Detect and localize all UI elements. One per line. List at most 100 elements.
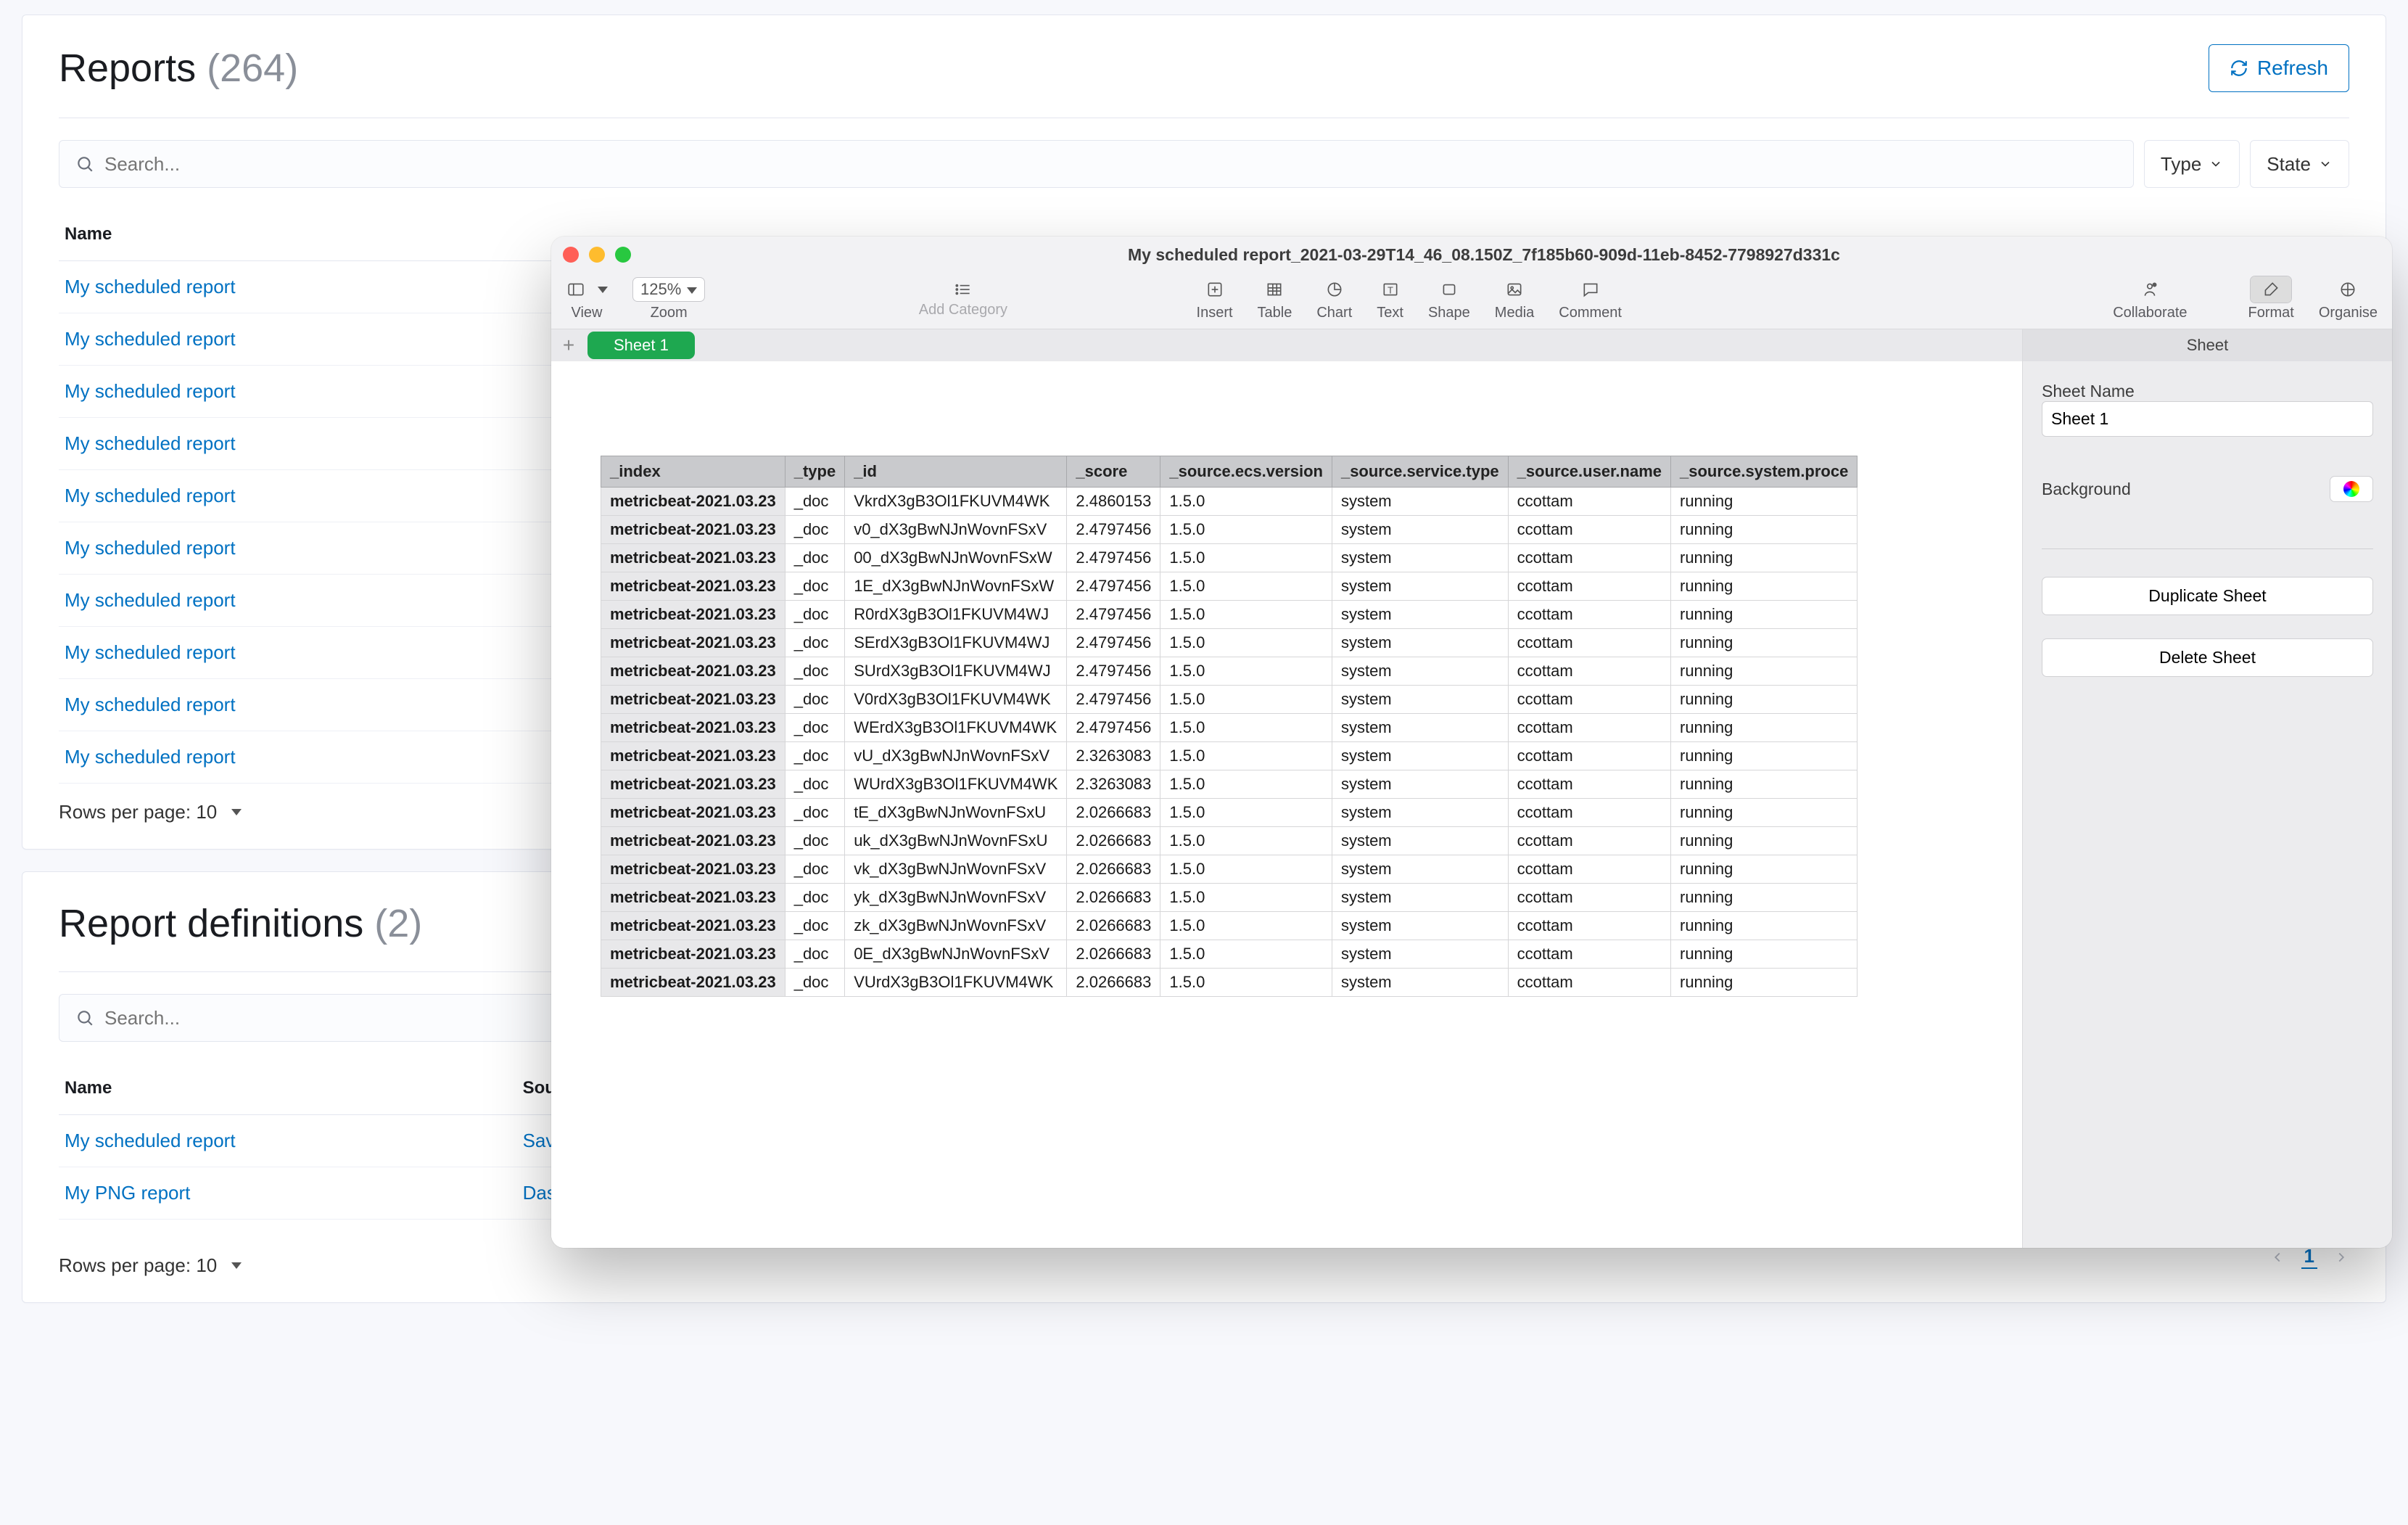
data-row[interactable]: metricbeat-2021.03.23_docR0rdX3gB3Ol1FKU… (601, 601, 1857, 629)
reports-rows-per-page[interactable]: Rows per page: 10 (59, 801, 242, 823)
data-cell[interactable]: 1.5.0 (1160, 544, 1332, 572)
data-cell[interactable]: 2.4797456 (1067, 572, 1160, 601)
data-cell[interactable]: metricbeat-2021.03.23 (601, 686, 786, 714)
data-cell[interactable]: 2.0266683 (1067, 969, 1160, 997)
data-cell[interactable]: running (1671, 770, 1857, 799)
data-cell[interactable]: _doc (785, 969, 844, 997)
data-col-header[interactable]: _id (845, 456, 1067, 488)
toolbar-insert[interactable]: Insert (1197, 277, 1233, 321)
reports-search-input[interactable] (104, 153, 2117, 176)
data-cell[interactable]: running (1671, 884, 1857, 912)
data-cell[interactable]: 1.5.0 (1160, 827, 1332, 855)
data-cell[interactable]: _doc (785, 770, 844, 799)
data-cell[interactable]: running (1671, 799, 1857, 827)
data-row[interactable]: metricbeat-2021.03.23_docvk_dX3gBwNJnWov… (601, 855, 1857, 884)
report-link[interactable]: My scheduled report (65, 641, 236, 663)
toolbar-text[interactable]: T Text (1377, 277, 1403, 321)
data-cell[interactable]: v0_dX3gBwNJnWovnFSxV (845, 516, 1067, 544)
definitions-rows-per-page[interactable]: Rows per page: 10 (59, 1254, 242, 1277)
data-cell[interactable]: ccottam (1508, 601, 1670, 629)
data-cell[interactable]: system (1332, 686, 1508, 714)
data-cell[interactable]: system (1332, 742, 1508, 770)
data-cell[interactable]: metricbeat-2021.03.23 (601, 657, 786, 686)
data-cell[interactable]: running (1671, 629, 1857, 657)
data-cell[interactable]: running (1671, 940, 1857, 969)
data-cell[interactable]: yk_dX3gBwNJnWovnFSxV (845, 884, 1067, 912)
definition-name-link[interactable]: My PNG report (65, 1182, 190, 1204)
report-link[interactable]: My scheduled report (65, 537, 236, 559)
data-cell[interactable]: running (1671, 855, 1857, 884)
data-cell[interactable]: system (1332, 969, 1508, 997)
data-cell[interactable]: 1.5.0 (1160, 488, 1332, 516)
data-cell[interactable]: 1.5.0 (1160, 940, 1332, 969)
data-cell[interactable]: _doc (785, 799, 844, 827)
data-cell[interactable]: 2.0266683 (1067, 855, 1160, 884)
data-cell[interactable]: running (1671, 572, 1857, 601)
data-cell[interactable]: 2.3263083 (1067, 770, 1160, 799)
data-cell[interactable]: 2.4797456 (1067, 601, 1160, 629)
fullscreen-window-button[interactable] (615, 247, 631, 263)
data-cell[interactable]: 1.5.0 (1160, 912, 1332, 940)
data-cell[interactable]: metricbeat-2021.03.23 (601, 572, 786, 601)
data-cell[interactable]: 2.4797456 (1067, 657, 1160, 686)
toolbar-view[interactable]: View (566, 277, 608, 321)
data-cell[interactable]: _doc (785, 516, 844, 544)
data-cell[interactable]: ccottam (1508, 544, 1670, 572)
data-cell[interactable]: VUrdX3gB3Ol1FKUVM4WK (845, 969, 1067, 997)
data-cell[interactable]: metricbeat-2021.03.23 (601, 855, 786, 884)
data-cell[interactable]: running (1671, 827, 1857, 855)
data-cell[interactable]: _doc (785, 742, 844, 770)
data-cell[interactable]: _doc (785, 912, 844, 940)
data-col-header[interactable]: _source.service.type (1332, 456, 1508, 488)
data-cell[interactable]: running (1671, 686, 1857, 714)
toolbar-media[interactable]: Media (1495, 277, 1534, 321)
data-cell[interactable]: _doc (785, 884, 844, 912)
data-cell[interactable]: _doc (785, 544, 844, 572)
report-link[interactable]: My scheduled report (65, 328, 236, 350)
data-cell[interactable]: system (1332, 855, 1508, 884)
window-titlebar[interactable]: My scheduled report_2021-03-29T14_46_08.… (551, 237, 2392, 273)
data-cell[interactable]: vU_dX3gBwNJnWovnFSxV (845, 742, 1067, 770)
data-cell[interactable]: metricbeat-2021.03.23 (601, 488, 786, 516)
data-cell[interactable]: metricbeat-2021.03.23 (601, 827, 786, 855)
data-cell[interactable]: ccottam (1508, 799, 1670, 827)
data-cell[interactable]: system (1332, 488, 1508, 516)
data-cell[interactable]: vk_dX3gBwNJnWovnFSxV (845, 855, 1067, 884)
data-row[interactable]: metricbeat-2021.03.23_docVkrdX3gB3Ol1FKU… (601, 488, 1857, 516)
toolbar-table[interactable]: Table (1258, 277, 1292, 321)
report-link[interactable]: My scheduled report (65, 485, 236, 506)
data-cell[interactable]: SErdX3gB3Ol1FKUVM4WJ (845, 629, 1067, 657)
data-cell[interactable]: ccottam (1508, 770, 1670, 799)
data-row[interactable]: metricbeat-2021.03.23_doczk_dX3gBwNJnWov… (601, 912, 1857, 940)
toolbar-format[interactable]: Format (2248, 277, 2294, 321)
inspector-tab-sheet[interactable]: Sheet (2023, 329, 2392, 361)
data-cell[interactable]: WUrdX3gB3Ol1FKUVM4WK (845, 770, 1067, 799)
data-cell[interactable]: 1.5.0 (1160, 799, 1332, 827)
chevron-left-icon[interactable] (2269, 1249, 2285, 1265)
data-cell[interactable]: 1.5.0 (1160, 516, 1332, 544)
data-col-header[interactable]: _source.ecs.version (1160, 456, 1332, 488)
data-cell[interactable]: ccottam (1508, 714, 1670, 742)
data-row[interactable]: metricbeat-2021.03.23_docWErdX3gB3Ol1FKU… (601, 714, 1857, 742)
data-cell[interactable]: metricbeat-2021.03.23 (601, 940, 786, 969)
data-cell[interactable]: running (1671, 516, 1857, 544)
data-cell[interactable]: 1.5.0 (1160, 629, 1332, 657)
minimize-window-button[interactable] (589, 247, 605, 263)
duplicate-sheet-button[interactable]: Duplicate Sheet (2042, 577, 2373, 615)
data-cell[interactable]: metricbeat-2021.03.23 (601, 601, 786, 629)
filter-state[interactable]: State (2250, 140, 2349, 188)
data-cell[interactable]: system (1332, 601, 1508, 629)
data-cell[interactable]: 2.4797456 (1067, 686, 1160, 714)
data-row[interactable]: metricbeat-2021.03.23_doctE_dX3gBwNJnWov… (601, 799, 1857, 827)
data-cell[interactable]: 1.5.0 (1160, 572, 1332, 601)
data-col-header[interactable]: _score (1067, 456, 1160, 488)
data-cell[interactable]: _doc (785, 657, 844, 686)
data-cell[interactable]: 1.5.0 (1160, 714, 1332, 742)
data-cell[interactable]: metricbeat-2021.03.23 (601, 516, 786, 544)
data-cell[interactable]: 1.5.0 (1160, 742, 1332, 770)
report-link[interactable]: My scheduled report (65, 746, 236, 768)
data-cell[interactable]: running (1671, 601, 1857, 629)
data-row[interactable]: metricbeat-2021.03.23_doc00_dX3gBwNJnWov… (601, 544, 1857, 572)
data-cell[interactable]: 2.4797456 (1067, 516, 1160, 544)
data-cell[interactable]: 1.5.0 (1160, 770, 1332, 799)
